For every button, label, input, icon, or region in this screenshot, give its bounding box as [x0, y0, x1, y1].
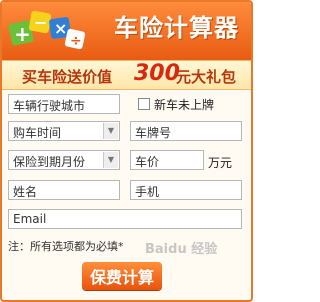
- car-price-input[interactable]: 车价: [130, 150, 204, 170]
- promo-banner: 买车险送价值 300 元大礼包: [2, 60, 251, 90]
- plate-number-input[interactable]: 车牌号: [130, 121, 242, 141]
- city-field[interactable]: 车辆行驶城市: [8, 94, 120, 114]
- page-title: 车险计算器: [114, 14, 239, 42]
- required-note: 注：所有选项都为必填*: [8, 240, 124, 253]
- city-field-text: 车辆行驶城市: [13, 99, 86, 113]
- svg-text:−: −: [34, 13, 47, 32]
- car-insurance-calculator: + − × ÷ 车险计算器 买车险送价值 300 元大礼包 车辆行驶城市 新车未…: [0, 0, 253, 302]
- name-placeholder: 姓名: [13, 185, 38, 199]
- phone-input[interactable]: 手机: [130, 180, 242, 200]
- calculator-symbols-icon: + − × ÷: [8, 10, 86, 50]
- expiry-month-text: 保险到期月份: [13, 155, 86, 169]
- name-input[interactable]: 姓名: [8, 180, 120, 200]
- new-car-checkbox[interactable]: [138, 98, 150, 110]
- phone-placeholder: 手机: [135, 185, 160, 199]
- header: + − × ÷ 车险计算器: [2, 2, 251, 60]
- expiry-month-select[interactable]: 保险到期月份 ▼: [8, 150, 120, 170]
- price-unit-label: 万元: [208, 156, 233, 170]
- email-input[interactable]: Email: [8, 209, 242, 229]
- new-car-label: 新车未上牌: [154, 98, 215, 112]
- purchase-time-select[interactable]: 购车时间 ▼: [8, 121, 120, 141]
- promo-text-prefix: 买车险送价值: [22, 68, 113, 86]
- plate-number-placeholder: 车牌号: [135, 126, 172, 140]
- email-placeholder: Email: [13, 212, 47, 226]
- chevron-down-icon: ▼: [103, 152, 118, 168]
- svg-text:÷: ÷: [70, 33, 82, 49]
- car-price-placeholder: 车价: [135, 155, 160, 169]
- purchase-time-text: 购车时间: [13, 126, 62, 140]
- svg-text:×: ×: [54, 19, 67, 38]
- promo-amount: 300: [134, 61, 180, 86]
- promo-text-suffix: 元大礼包: [176, 68, 237, 86]
- chevron-down-icon: ▼: [103, 123, 118, 139]
- svg-text:+: +: [14, 22, 31, 46]
- watermark: Baidu 经验: [145, 242, 218, 257]
- calculate-premium-button[interactable]: 保费计算: [82, 262, 162, 290]
